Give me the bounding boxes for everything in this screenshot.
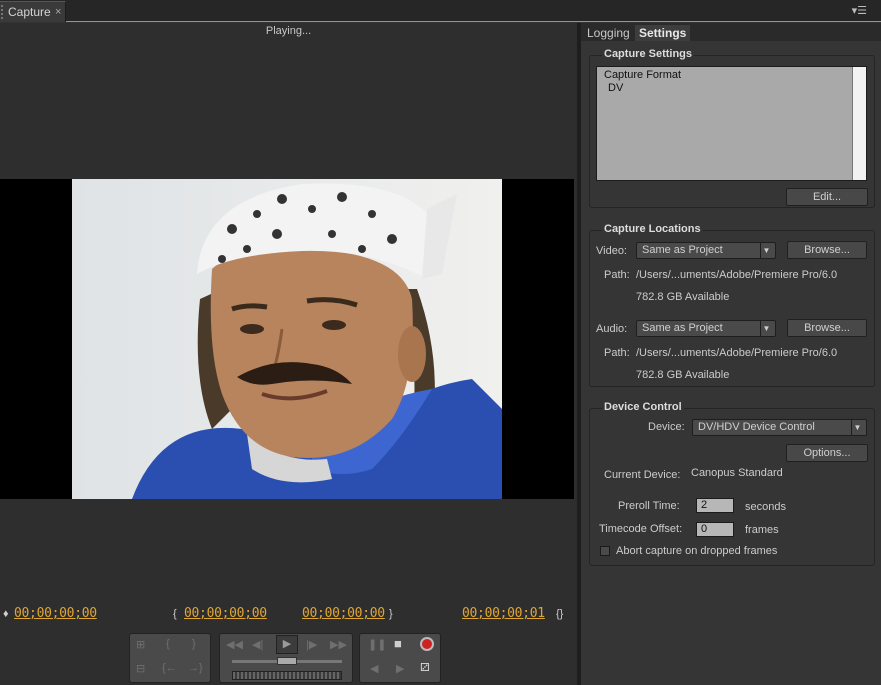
panel-tab-bar: Capture × ▾☰ [0,0,881,22]
pause-button[interactable]: ❚❚ [368,638,386,651]
audio-path-label: Path: [604,347,630,359]
play-button[interactable]: ▶ [276,635,298,654]
device-label: Device: [648,421,685,433]
device-control-title: Device Control [602,401,684,413]
video-label: Video: [596,245,627,257]
list-scrollbar[interactable] [852,67,866,180]
device-select-value: DV/HDV Device Control [698,421,815,433]
settings-panel: Logging Settings Capture Settings Captur… [581,23,881,685]
tab-capture[interactable]: Capture × [0,1,66,22]
preroll-label: Preroll Time: [618,500,680,512]
video-path-value: /Users/...uments/Adobe/Premiere Pro/6.0 [636,269,838,281]
video-location-select[interactable]: Same as Project ▼ [636,242,776,259]
preroll-input[interactable]: 2 [696,498,734,513]
chevron-down-icon: ▼ [760,243,772,258]
capture-settings-group: Capture Settings Capture Format DV Edit.… [589,48,875,208]
capture-format-list[interactable]: Capture Format DV [596,66,867,181]
video-location-value: Same as Project [642,244,723,256]
out-point-timecode[interactable]: 00;00;00;00 [302,606,385,621]
rewind-button[interactable]: ◀◀ [226,638,243,651]
shuttle-track[interactable] [232,657,342,665]
abort-dropped-frames-checkbox[interactable] [600,546,610,556]
video-display [0,179,574,499]
set-in-button[interactable]: { [166,638,170,650]
step-forward-button[interactable]: |▶ [306,638,317,651]
device-select[interactable]: DV/HDV Device Control ▼ [692,419,867,436]
audio-browse-button[interactable]: Browse... [787,319,867,337]
current-device-label: Current Device: [604,469,681,481]
current-timecode[interactable]: 00;00;00;00 [14,606,97,621]
options-button[interactable]: Options... [786,444,868,462]
in-point-icon: { [173,608,177,620]
video-path-label: Path: [604,269,630,281]
audio-location-value: Same as Project [642,322,723,334]
edit-button[interactable]: Edit... [786,188,868,206]
out-point-icon: } [389,608,393,620]
capture-settings-title: Capture Settings [602,48,695,60]
playback-controls: ◀◀ ◀| ▶ |▶ ▶▶ [219,633,353,683]
audio-path-value: /Users/...uments/Adobe/Premiere Pro/6.0 [636,347,838,359]
goto-marker-icon[interactable]: ⊟ [136,662,145,675]
goto-in-button[interactable]: {← [162,662,177,674]
capture-locations-group: Capture Locations Video: Same as Project… [589,223,875,387]
capture-format-value: DV [608,82,624,94]
scene-detect-icon[interactable]: ⚂ [420,661,430,674]
drag-grip-icon[interactable] [1,5,5,19]
device-control-group: Device Control Device: DV/HDV Device Con… [589,401,875,566]
set-out-button[interactable]: } [192,638,196,650]
video-available-space: 782.8 GB Available [636,291,730,303]
capture-format-heading: Capture Format [604,69,682,81]
tab-settings[interactable]: Settings [635,25,691,41]
set-marker-icon[interactable]: ⊞ [136,638,145,651]
preroll-unit: seconds [745,501,786,513]
timecode-offset-unit: frames [745,524,779,536]
in-out-duration-icon: {} [556,608,564,620]
tab-capture-label: Capture [8,5,51,19]
audio-available-space: 782.8 GB Available [636,369,730,381]
playback-status: Playing... [265,25,312,37]
shuttle-handle[interactable] [277,657,297,665]
chevron-down-icon: ▼ [760,321,772,336]
audio-label: Audio: [596,323,628,335]
timecode-offset-input[interactable]: 0 [696,522,734,537]
tab-logging[interactable]: Logging [583,25,634,41]
abort-dropped-frames-label: Abort capture on dropped frames [616,545,778,557]
record-button[interactable] [420,637,434,651]
capture-locations-title: Capture Locations [602,223,703,235]
marker-controls: ⊞ { } ⊟ {← →} [129,633,211,683]
current-device-value: Canopus Standard [691,467,783,479]
capture-monitor: Playing... ♦ 00;00;00;00 {00;00;00;00 0… [0,23,577,685]
close-icon[interactable]: × [55,2,61,22]
video-frame-image [72,179,502,499]
current-time-icon: ♦ [3,608,9,620]
slow-play-button[interactable]: ▶ [396,662,404,675]
slow-reverse-button[interactable]: ◀ [370,662,378,675]
step-back-button[interactable]: ◀| [252,638,263,651]
audio-location-select[interactable]: Same as Project ▼ [636,320,776,337]
stop-button[interactable]: ■ [394,636,402,651]
panel-menu-icon[interactable]: ▾☰ [852,4,867,17]
jog-wheel[interactable] [232,671,342,680]
fast-forward-button[interactable]: ▶▶ [330,638,347,651]
chevron-down-icon: ▼ [851,420,863,435]
timecode-offset-label: Timecode Offset: [599,523,683,535]
goto-out-button[interactable]: →} [188,662,203,674]
duration-timecode[interactable]: 00;00;00;01 [462,606,545,621]
capture-controls: ❚❚ ■ ◀ ▶ ⚂ [359,633,441,683]
settings-tab-bar: Logging Settings [581,23,881,41]
video-browse-button[interactable]: Browse... [787,241,867,259]
in-point-timecode[interactable]: 00;00;00;00 [184,606,267,621]
